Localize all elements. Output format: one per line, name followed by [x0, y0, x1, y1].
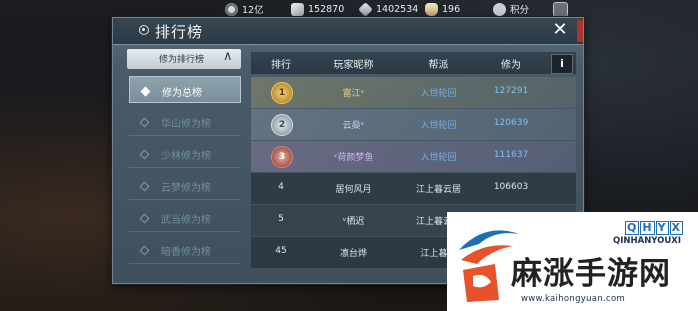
gem-icon [358, 1, 373, 17]
sidebar-item-yunmeng[interactable]: 云梦修为榜 [129, 172, 241, 200]
player-name: ᵛ荷颜梦鱼 [333, 153, 374, 163]
brand-letter: Q [625, 221, 640, 235]
column-header-score: 修为 [501, 60, 521, 71]
score-icon [493, 2, 506, 16]
sidebar-item-huashan[interactable]: 华山修为榜 [129, 108, 241, 136]
table-header: 排行 玩家昵称 帮派 修为 i [251, 52, 576, 74]
resource-value: 积分 [510, 5, 530, 16]
brand-letter: X [669, 221, 684, 235]
score-value: 106603 [493, 182, 529, 192]
diamond-bullet-icon [139, 117, 150, 128]
panel-header: 排行榜 ✕ [113, 18, 583, 45]
chevron-up-icon: ∧ [223, 49, 233, 64]
table-row[interactable]: 3 ᵛ荷颜梦鱼 入世轮回 111637 [251, 141, 576, 172]
watermark-brand-cn: 麻涨手游网 [511, 256, 671, 292]
silver-medal-icon: 2 [271, 114, 293, 136]
watermark-brand-en: QINHANYOUXI [613, 236, 682, 246]
score-value: 127291 [493, 86, 529, 96]
site-watermark: QHYX QINHANYOUXI 麻涨手游网 www.kaihongyuan.c… [447, 212, 698, 311]
guild-name: 入世轮回 [420, 153, 457, 163]
diamond-bullet-icon [139, 245, 150, 256]
diamond-bullet-icon [139, 181, 150, 192]
sidebar-dropdown[interactable]: 修为排行榜 ∧ [127, 49, 241, 69]
table-row[interactable]: 1 富江ᵛ 入世轮回 127291 [251, 77, 576, 108]
gold-medal-icon: 1 [271, 82, 293, 104]
score-value: 111637 [493, 150, 529, 160]
column-header-name: 玩家昵称 [333, 60, 374, 71]
resource-gem: 1402534 [358, 1, 419, 17]
rank-value: 5 [278, 214, 284, 224]
sidebar-item-label: 华山修为榜 [161, 119, 211, 130]
diamond-bullet-icon [139, 213, 150, 224]
info-button[interactable]: i [551, 54, 573, 74]
player-name: 凛台烨 [339, 249, 367, 259]
resource-score[interactable]: 积分 [493, 1, 529, 17]
brand-letter: H [640, 221, 655, 235]
title-ornament-icon [139, 25, 149, 35]
guild-name: 江上暮云居 [415, 185, 461, 195]
resource-value: 1402534 [376, 3, 419, 15]
rank-value: 4 [278, 182, 284, 192]
player-name: ᵛ栖迟 [342, 217, 365, 227]
money-bag-icon [425, 2, 438, 16]
settings-button[interactable] [553, 1, 568, 17]
watermark-url: www.kaihongyuan.com [521, 294, 626, 304]
diamond-bullet-icon [140, 86, 151, 97]
silver-coin-icon [291, 2, 304, 16]
sidebar-item-wudang[interactable]: 武当修为榜 [129, 204, 241, 232]
guild-name: 入世轮回 [420, 89, 457, 99]
resource-silver: 152870 [291, 1, 344, 17]
sidebar-item-anxiang[interactable]: 暗香修为榜 [129, 236, 241, 264]
panel-title: 排行榜 [155, 23, 204, 41]
sidebar-item-label: 暗香修为榜 [161, 247, 211, 258]
sidebar-item-total[interactable]: 修为总榜 [129, 76, 241, 103]
watermark-brand: QHYX [625, 221, 684, 235]
resource-value: 196 [442, 3, 461, 15]
resource-value: 152870 [308, 3, 345, 15]
resource-value: 12亿 [242, 5, 264, 16]
rank-value: 45 [275, 246, 287, 256]
resource-film: 12亿 [225, 1, 264, 17]
diamond-bullet-icon [139, 149, 150, 160]
table-row[interactable]: 4 居何风月 江上暮云居 106603 [251, 173, 576, 204]
column-header-rank: 排行 [271, 60, 291, 71]
player-name: 居何风月 [335, 185, 372, 195]
resource-bar: 12亿 152870 1402534 196 积分 [0, 0, 698, 18]
sidebar-dropdown-label: 修为排行榜 [159, 55, 205, 65]
bronze-medal-icon: 3 [271, 146, 293, 168]
sidebar-item-label: 云梦修为榜 [161, 183, 211, 194]
sidebar-item-shaolin[interactable]: 少林修为榜 [129, 140, 241, 168]
guild-name: 入世轮回 [420, 121, 457, 131]
score-value: 120639 [493, 118, 529, 128]
category-sidebar: 修为排行榜 ∧ 修为总榜 华山修为榜 少林修为榜 云梦修为榜 武当修为榜 暗香修… [127, 49, 244, 279]
sidebar-item-label: 少林修为榜 [161, 151, 211, 162]
sidebar-item-label: 修为总榜 [162, 88, 202, 99]
player-name: 云燊ᵛ [342, 121, 365, 131]
close-button[interactable]: ✕ [550, 20, 570, 40]
edge-tab[interactable] [577, 20, 583, 42]
brand-letter: Y [655, 221, 669, 235]
table-row[interactable]: 2 云燊ᵛ 入世轮回 120639 [251, 109, 576, 140]
settings-icon [553, 1, 568, 17]
resource-bag: 196 [425, 1, 460, 17]
column-header-guild: 帮派 [428, 60, 449, 71]
player-name: 富江ᵛ [342, 89, 365, 99]
sidebar-item-label: 武当修为榜 [161, 215, 211, 226]
film-reel-icon [225, 2, 238, 16]
